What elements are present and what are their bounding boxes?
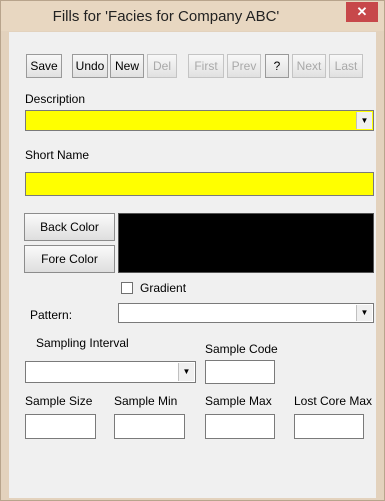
next-button[interactable]: Next	[292, 54, 326, 78]
title-bar[interactable]: Fills for 'Facies for Company ABC' ✕	[1, 1, 384, 31]
window-title: Fills for 'Facies for Company ABC'	[52, 8, 280, 25]
undo-button[interactable]: Undo	[72, 54, 108, 78]
lost-core-max-field[interactable]	[294, 414, 364, 439]
sample-code-label: Sample Code	[205, 342, 278, 356]
chevron-down-icon[interactable]: ▼	[178, 363, 194, 381]
pattern-label: Pattern:	[30, 308, 73, 322]
back-color-button[interactable]: Back Color	[24, 213, 115, 241]
chevron-down-icon[interactable]: ▼	[356, 112, 372, 129]
pattern-dropdown[interactable]: ▼	[118, 303, 374, 323]
sample-size-label: Sample Size	[25, 394, 93, 408]
close-button[interactable]: ✕	[346, 2, 378, 22]
short-name-label: Short Name	[25, 148, 90, 162]
dialog-window: Fills for 'Facies for Company ABC' ✕ Sav…	[0, 0, 385, 501]
short-name-field[interactable]	[25, 172, 374, 196]
sampling-interval-label: Sampling Interval	[36, 336, 129, 350]
sample-max-label: Sample Max	[205, 394, 272, 408]
sample-min-label: Sample Min	[114, 394, 178, 408]
color-swatch	[118, 213, 374, 273]
new-button[interactable]: New	[110, 54, 144, 78]
close-icon: ✕	[356, 4, 368, 19]
last-button[interactable]: Last	[329, 54, 363, 78]
gradient-label: Gradient	[140, 281, 187, 295]
sample-min-field[interactable]	[114, 414, 185, 439]
fore-color-button[interactable]: Fore Color	[24, 245, 115, 273]
sampling-interval-dropdown[interactable]: ▼	[25, 361, 196, 383]
chevron-down-icon[interactable]: ▼	[356, 305, 372, 321]
sample-size-field[interactable]	[25, 414, 96, 439]
first-button[interactable]: First	[188, 54, 224, 78]
prev-button[interactable]: Prev	[227, 54, 261, 78]
sample-max-field[interactable]	[205, 414, 275, 439]
lost-core-max-label: Lost Core Max	[294, 394, 373, 408]
description-dropdown[interactable]: ▼	[25, 110, 374, 131]
delete-button[interactable]: Del	[147, 54, 177, 78]
save-button[interactable]: Save	[26, 54, 62, 78]
sample-code-field[interactable]	[205, 360, 275, 384]
help-button[interactable]: ?	[265, 54, 289, 78]
description-label: Description	[25, 92, 86, 106]
gradient-checkbox[interactable]	[121, 282, 133, 294]
dialog-client-area: Save Undo New Del First Prev ? Next Last…	[9, 32, 376, 498]
